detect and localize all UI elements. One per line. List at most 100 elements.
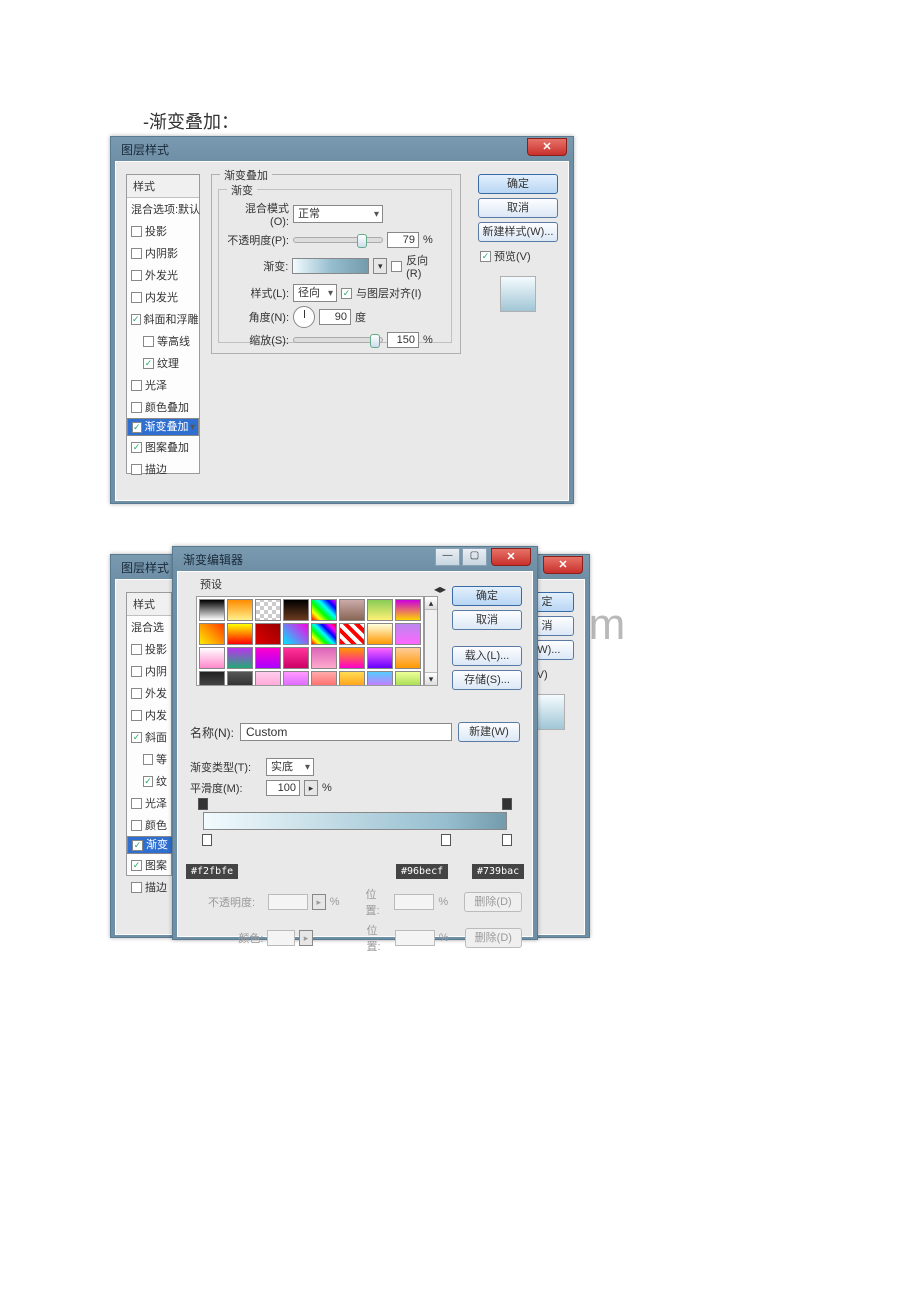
style-item-checkbox[interactable] bbox=[131, 820, 142, 831]
preset-swatch[interactable] bbox=[339, 671, 365, 686]
style-item-checkbox[interactable] bbox=[131, 710, 142, 721]
style-item[interactable]: 投影 bbox=[127, 638, 171, 660]
style-item[interactable]: 光泽 bbox=[127, 792, 171, 814]
preset-swatch[interactable] bbox=[367, 671, 393, 686]
angle-value[interactable]: 90 bbox=[319, 309, 351, 325]
preset-swatch[interactable] bbox=[367, 623, 393, 645]
color-stop-2[interactable] bbox=[441, 834, 451, 846]
scale-value[interactable]: 150 bbox=[387, 332, 419, 348]
preset-swatch[interactable] bbox=[227, 623, 253, 645]
preset-swatch[interactable] bbox=[339, 647, 365, 669]
preset-swatch[interactable] bbox=[395, 599, 421, 621]
preset-swatch[interactable] bbox=[227, 599, 253, 621]
style-item[interactable]: 颜色 bbox=[127, 814, 171, 836]
opacity-slider[interactable] bbox=[293, 237, 383, 243]
style-item[interactable]: 图案叠加 bbox=[127, 436, 199, 458]
align-checkbox[interactable] bbox=[341, 288, 352, 299]
style-item[interactable]: 内发光 bbox=[127, 286, 199, 308]
preset-swatch[interactable] bbox=[395, 671, 421, 686]
style-item[interactable]: 纹理 bbox=[127, 352, 199, 374]
close-button[interactable]: ✕ bbox=[543, 556, 583, 574]
style-item[interactable]: 投影 bbox=[127, 220, 199, 242]
style-item-checkbox[interactable] bbox=[131, 666, 142, 677]
minimize-button[interactable]: — bbox=[435, 548, 460, 566]
style-item-checkbox[interactable] bbox=[143, 358, 154, 369]
blend-mode-select[interactable]: 正常 bbox=[293, 205, 383, 223]
gradient-bar[interactable] bbox=[203, 812, 507, 830]
style-item-checkbox[interactable] bbox=[131, 292, 142, 303]
style-item[interactable]: 等 bbox=[127, 748, 171, 770]
preset-swatch[interactable] bbox=[199, 623, 225, 645]
preset-swatch[interactable] bbox=[339, 599, 365, 621]
titlebar[interactable]: 图层样式 ✕ bbox=[111, 137, 573, 161]
style-item[interactable]: 内发 bbox=[127, 704, 171, 726]
new-style-button[interactable]: 新建样式(W)... bbox=[478, 222, 558, 242]
color-stop-3[interactable] bbox=[502, 834, 512, 846]
smoothness-value[interactable]: 100 bbox=[266, 780, 300, 796]
smoothness-menu-icon[interactable]: ▸ bbox=[304, 780, 318, 796]
new-gradient-button[interactable]: 新建(W) bbox=[458, 722, 520, 742]
preset-grid[interactable] bbox=[196, 596, 424, 686]
style-item-checkbox[interactable] bbox=[131, 644, 142, 655]
angle-dial[interactable] bbox=[293, 306, 315, 328]
preset-swatch[interactable] bbox=[339, 623, 365, 645]
style-item-checkbox[interactable] bbox=[131, 732, 142, 743]
cancel-button[interactable]: 取消 bbox=[478, 198, 558, 218]
style-item-checkbox[interactable] bbox=[131, 464, 142, 475]
preset-swatch[interactable] bbox=[283, 623, 309, 645]
preset-swatch[interactable] bbox=[283, 671, 309, 686]
style-item[interactable]: 混合选项:默认 bbox=[127, 198, 199, 220]
style-item[interactable]: 颜色叠加 bbox=[127, 396, 199, 418]
preset-swatch[interactable] bbox=[395, 647, 421, 669]
save-button[interactable]: 存储(S)... bbox=[452, 670, 522, 690]
opacity-stop-left[interactable] bbox=[198, 798, 208, 810]
style-item[interactable]: 混合选 bbox=[127, 616, 171, 638]
preset-swatch[interactable] bbox=[255, 671, 281, 686]
preset-swatch[interactable] bbox=[311, 671, 337, 686]
style-item-checkbox[interactable] bbox=[131, 798, 142, 809]
ok-button[interactable]: 确定 bbox=[478, 174, 558, 194]
style-item-checkbox[interactable] bbox=[131, 882, 142, 893]
style-item[interactable]: 外发光 bbox=[127, 264, 199, 286]
style-item-checkbox[interactable] bbox=[143, 336, 154, 347]
opacity-stop-right[interactable] bbox=[502, 798, 512, 810]
color-stop-1[interactable] bbox=[202, 834, 212, 846]
style-item-checkbox[interactable] bbox=[131, 270, 142, 281]
cancel-button[interactable]: 取消 bbox=[452, 610, 522, 630]
style-item-checkbox[interactable] bbox=[132, 422, 142, 433]
preset-swatch[interactable] bbox=[367, 599, 393, 621]
style-item[interactable]: 等高线 bbox=[127, 330, 199, 352]
style-item-checkbox[interactable] bbox=[131, 380, 142, 391]
gradient-strip[interactable] bbox=[188, 798, 522, 844]
style-item[interactable]: 外发 bbox=[127, 682, 171, 704]
style-item-checkbox[interactable] bbox=[131, 402, 142, 413]
preset-swatch[interactable] bbox=[227, 647, 253, 669]
preset-swatch[interactable] bbox=[311, 647, 337, 669]
style-item-checkbox[interactable] bbox=[131, 688, 142, 699]
style-item[interactable]: 纹 bbox=[127, 770, 171, 792]
style-item-checkbox[interactable] bbox=[143, 776, 153, 787]
style-item[interactable]: 图案 bbox=[127, 854, 171, 876]
preset-swatch[interactable] bbox=[227, 671, 253, 686]
preset-swatch[interactable] bbox=[283, 599, 309, 621]
style-item-checkbox[interactable] bbox=[143, 754, 153, 765]
gradient-type-select[interactable]: 实底 bbox=[266, 758, 314, 776]
style-item[interactable]: 斜面 bbox=[127, 726, 171, 748]
gradient-swatch[interactable] bbox=[292, 258, 369, 274]
reverse-checkbox[interactable] bbox=[391, 261, 402, 272]
load-button[interactable]: 载入(L)... bbox=[452, 646, 522, 666]
style-item-checkbox[interactable] bbox=[132, 840, 143, 851]
preset-swatch[interactable] bbox=[199, 599, 225, 621]
scale-slider[interactable] bbox=[293, 337, 383, 343]
maximize-button[interactable]: ▢ bbox=[462, 548, 487, 566]
name-input[interactable]: Custom bbox=[240, 723, 452, 741]
style-item[interactable]: 斜面和浮雕 bbox=[127, 308, 199, 330]
style-item-checkbox[interactable] bbox=[131, 248, 142, 259]
style-item-checkbox[interactable] bbox=[131, 860, 142, 871]
preset-swatch[interactable] bbox=[283, 647, 309, 669]
preset-swatch[interactable] bbox=[367, 647, 393, 669]
scroll-down-icon[interactable]: ▾ bbox=[425, 672, 437, 685]
titlebar[interactable]: 渐变编辑器 — ▢ ✕ bbox=[173, 547, 537, 571]
preset-swatch[interactable] bbox=[255, 647, 281, 669]
preset-swatch[interactable] bbox=[199, 647, 225, 669]
